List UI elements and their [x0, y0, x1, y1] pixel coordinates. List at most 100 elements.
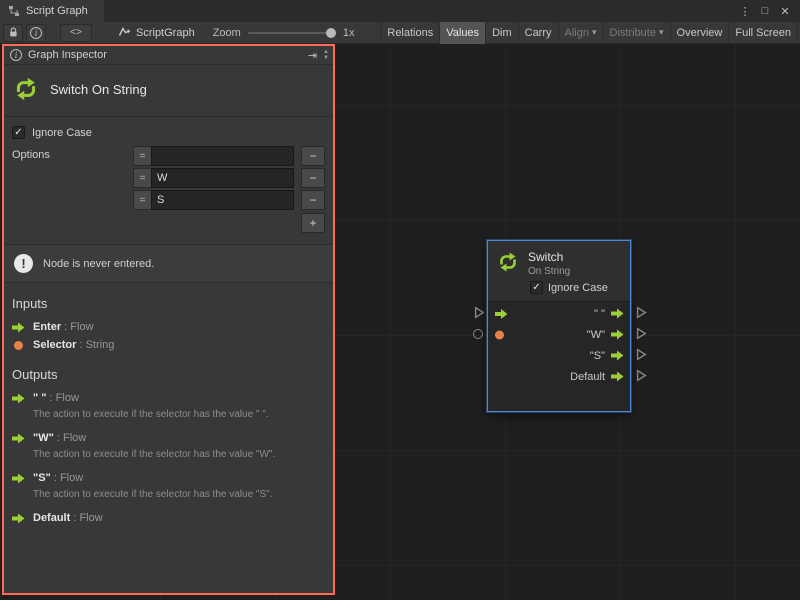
full-screen-button[interactable]: Full Screen	[728, 22, 798, 44]
code-icon: <>	[70, 27, 82, 38]
output-pin-row: "W" : Flow	[4, 429, 333, 447]
switch-icon	[496, 250, 520, 274]
option-value-input[interactable]	[151, 146, 294, 166]
unity-visual-scripting-window: { "window": { "tab_title": "Script Graph…	[0, 0, 800, 600]
flow-in-port[interactable]	[495, 308, 508, 319]
content-area: Switch On String ✓ Ignore Case " "	[0, 44, 800, 600]
scrollbar-steppers[interactable]: ▲ ▼	[323, 49, 330, 61]
node-output-label: Default	[570, 371, 605, 383]
input-pin-row: Selector : String	[4, 336, 333, 354]
check-icon: ✓	[532, 282, 540, 293]
external-selector-port[interactable]	[473, 329, 483, 339]
code-view-button[interactable]: <>	[60, 24, 92, 42]
scroll-down-icon[interactable]: ▼	[323, 55, 329, 61]
zoom-slider-track	[248, 32, 336, 34]
lock-button[interactable]	[3, 24, 23, 42]
tab-script-graph[interactable]: Script Graph	[0, 0, 104, 22]
external-flow-in-port[interactable]	[474, 306, 485, 319]
node-port-row: Default	[488, 366, 630, 387]
graph-asset-icon	[118, 26, 131, 39]
lock-icon	[8, 27, 19, 38]
flow-port-icon	[12, 473, 25, 484]
pin-name: Enter	[33, 321, 61, 333]
dim-button[interactable]: Dim	[485, 22, 518, 44]
flow-port-icon	[12, 322, 25, 333]
option-value-input[interactable]	[151, 168, 294, 188]
zoom-value: 1x	[343, 27, 355, 39]
zoom-slider[interactable]	[248, 27, 336, 39]
maximize-icon[interactable]: □	[756, 2, 774, 20]
warning-banner: ! Node is never entered.	[4, 244, 333, 283]
options-section: Options = − = − = − +	[4, 143, 333, 233]
distribute-dropdown[interactable]: Distribute▾	[603, 22, 670, 44]
external-out-port-s[interactable]	[636, 348, 647, 361]
node-subtitle: On String	[528, 266, 570, 277]
pin-description: The action to execute if the selector ha…	[33, 488, 325, 501]
graph-breadcrumb[interactable]: ScriptGraph	[118, 26, 195, 39]
node-body: " " "W"	[488, 302, 630, 387]
flow-out-port[interactable]	[611, 329, 624, 340]
pin-description: The action to execute if the selector ha…	[33, 408, 325, 421]
flow-out-port[interactable]	[611, 371, 624, 382]
drag-handle-icon[interactable]: =	[133, 168, 151, 188]
values-button[interactable]: Values	[439, 22, 485, 44]
align-dropdown[interactable]: Align▾	[558, 22, 603, 44]
check-icon: ✓	[14, 127, 22, 138]
remove-option-button[interactable]: −	[301, 168, 325, 188]
output-pin-row: Default : Flow	[4, 509, 333, 527]
external-out-port-space[interactable]	[636, 306, 647, 319]
info-button[interactable]: i	[26, 24, 46, 42]
pin-name: "W"	[33, 432, 54, 444]
inspector-title: Graph Inspector	[28, 49, 107, 61]
node-output-label: " "	[594, 308, 605, 320]
switch-on-string-node[interactable]: Switch On String ✓ Ignore Case " "	[487, 240, 631, 412]
ignore-case-label: Ignore Case	[32, 127, 92, 139]
ignore-case-checkbox[interactable]: ✓	[12, 126, 25, 139]
drag-handle-icon[interactable]: =	[133, 146, 151, 166]
chevron-down-icon: ▾	[592, 27, 597, 38]
info-icon: i	[10, 49, 22, 61]
option-value-input[interactable]	[151, 190, 294, 210]
flow-port-icon	[12, 393, 25, 404]
pin-name: Selector	[33, 339, 76, 351]
output-pin-row: " " : Flow	[4, 389, 333, 407]
flow-out-port[interactable]	[611, 308, 624, 319]
inputs-heading: Inputs	[12, 296, 325, 311]
pin-type: Flow	[63, 432, 86, 444]
remove-option-button[interactable]: −	[301, 190, 325, 210]
titlebar: Script Graph ⋮ □ ✕	[0, 0, 800, 22]
remove-option-button[interactable]: −	[301, 146, 325, 166]
add-option-button[interactable]: +	[301, 213, 325, 233]
node-port-row: " "	[488, 303, 630, 324]
outputs-heading: Outputs	[12, 367, 325, 382]
pin-type: Flow	[79, 512, 102, 524]
unit-title-block: Switch On String	[4, 65, 333, 117]
pin-name: "S"	[33, 472, 51, 484]
dock-icon[interactable]: ⇥	[306, 49, 319, 62]
warning-text: Node is never entered.	[43, 258, 154, 270]
node-output-label: "W"	[587, 329, 605, 341]
value-port-icon	[12, 341, 25, 350]
carry-button[interactable]: Carry	[518, 22, 558, 44]
node-title: Switch	[528, 250, 570, 264]
pin-name: Default	[33, 512, 70, 524]
node-ignore-case-label: Ignore Case	[548, 282, 608, 294]
zoom-slider-knob[interactable]	[326, 28, 336, 38]
option-row: = −	[133, 189, 325, 211]
node-ignore-case-checkbox[interactable]: ✓	[530, 281, 543, 294]
pin-type: String	[86, 339, 115, 351]
flow-out-port[interactable]	[611, 350, 624, 361]
selector-value-port[interactable]	[495, 330, 504, 339]
chevron-down-icon: ▾	[659, 27, 664, 38]
overview-button[interactable]: Overview	[670, 22, 729, 44]
close-icon[interactable]: ✕	[776, 2, 794, 20]
kebab-menu-icon[interactable]: ⋮	[736, 2, 754, 20]
external-out-port-w[interactable]	[636, 327, 647, 340]
graph-inspector-panel: i Graph Inspector ⇥ ▲ ▼ Switch On String	[2, 44, 335, 595]
info-icon: i	[30, 27, 42, 39]
node-header[interactable]: Switch On String ✓ Ignore Case	[488, 241, 630, 302]
external-out-port-default[interactable]	[636, 369, 647, 382]
relations-button[interactable]: Relations	[380, 22, 439, 44]
drag-handle-icon[interactable]: =	[133, 190, 151, 210]
input-pin-row: Enter : Flow	[4, 318, 333, 336]
